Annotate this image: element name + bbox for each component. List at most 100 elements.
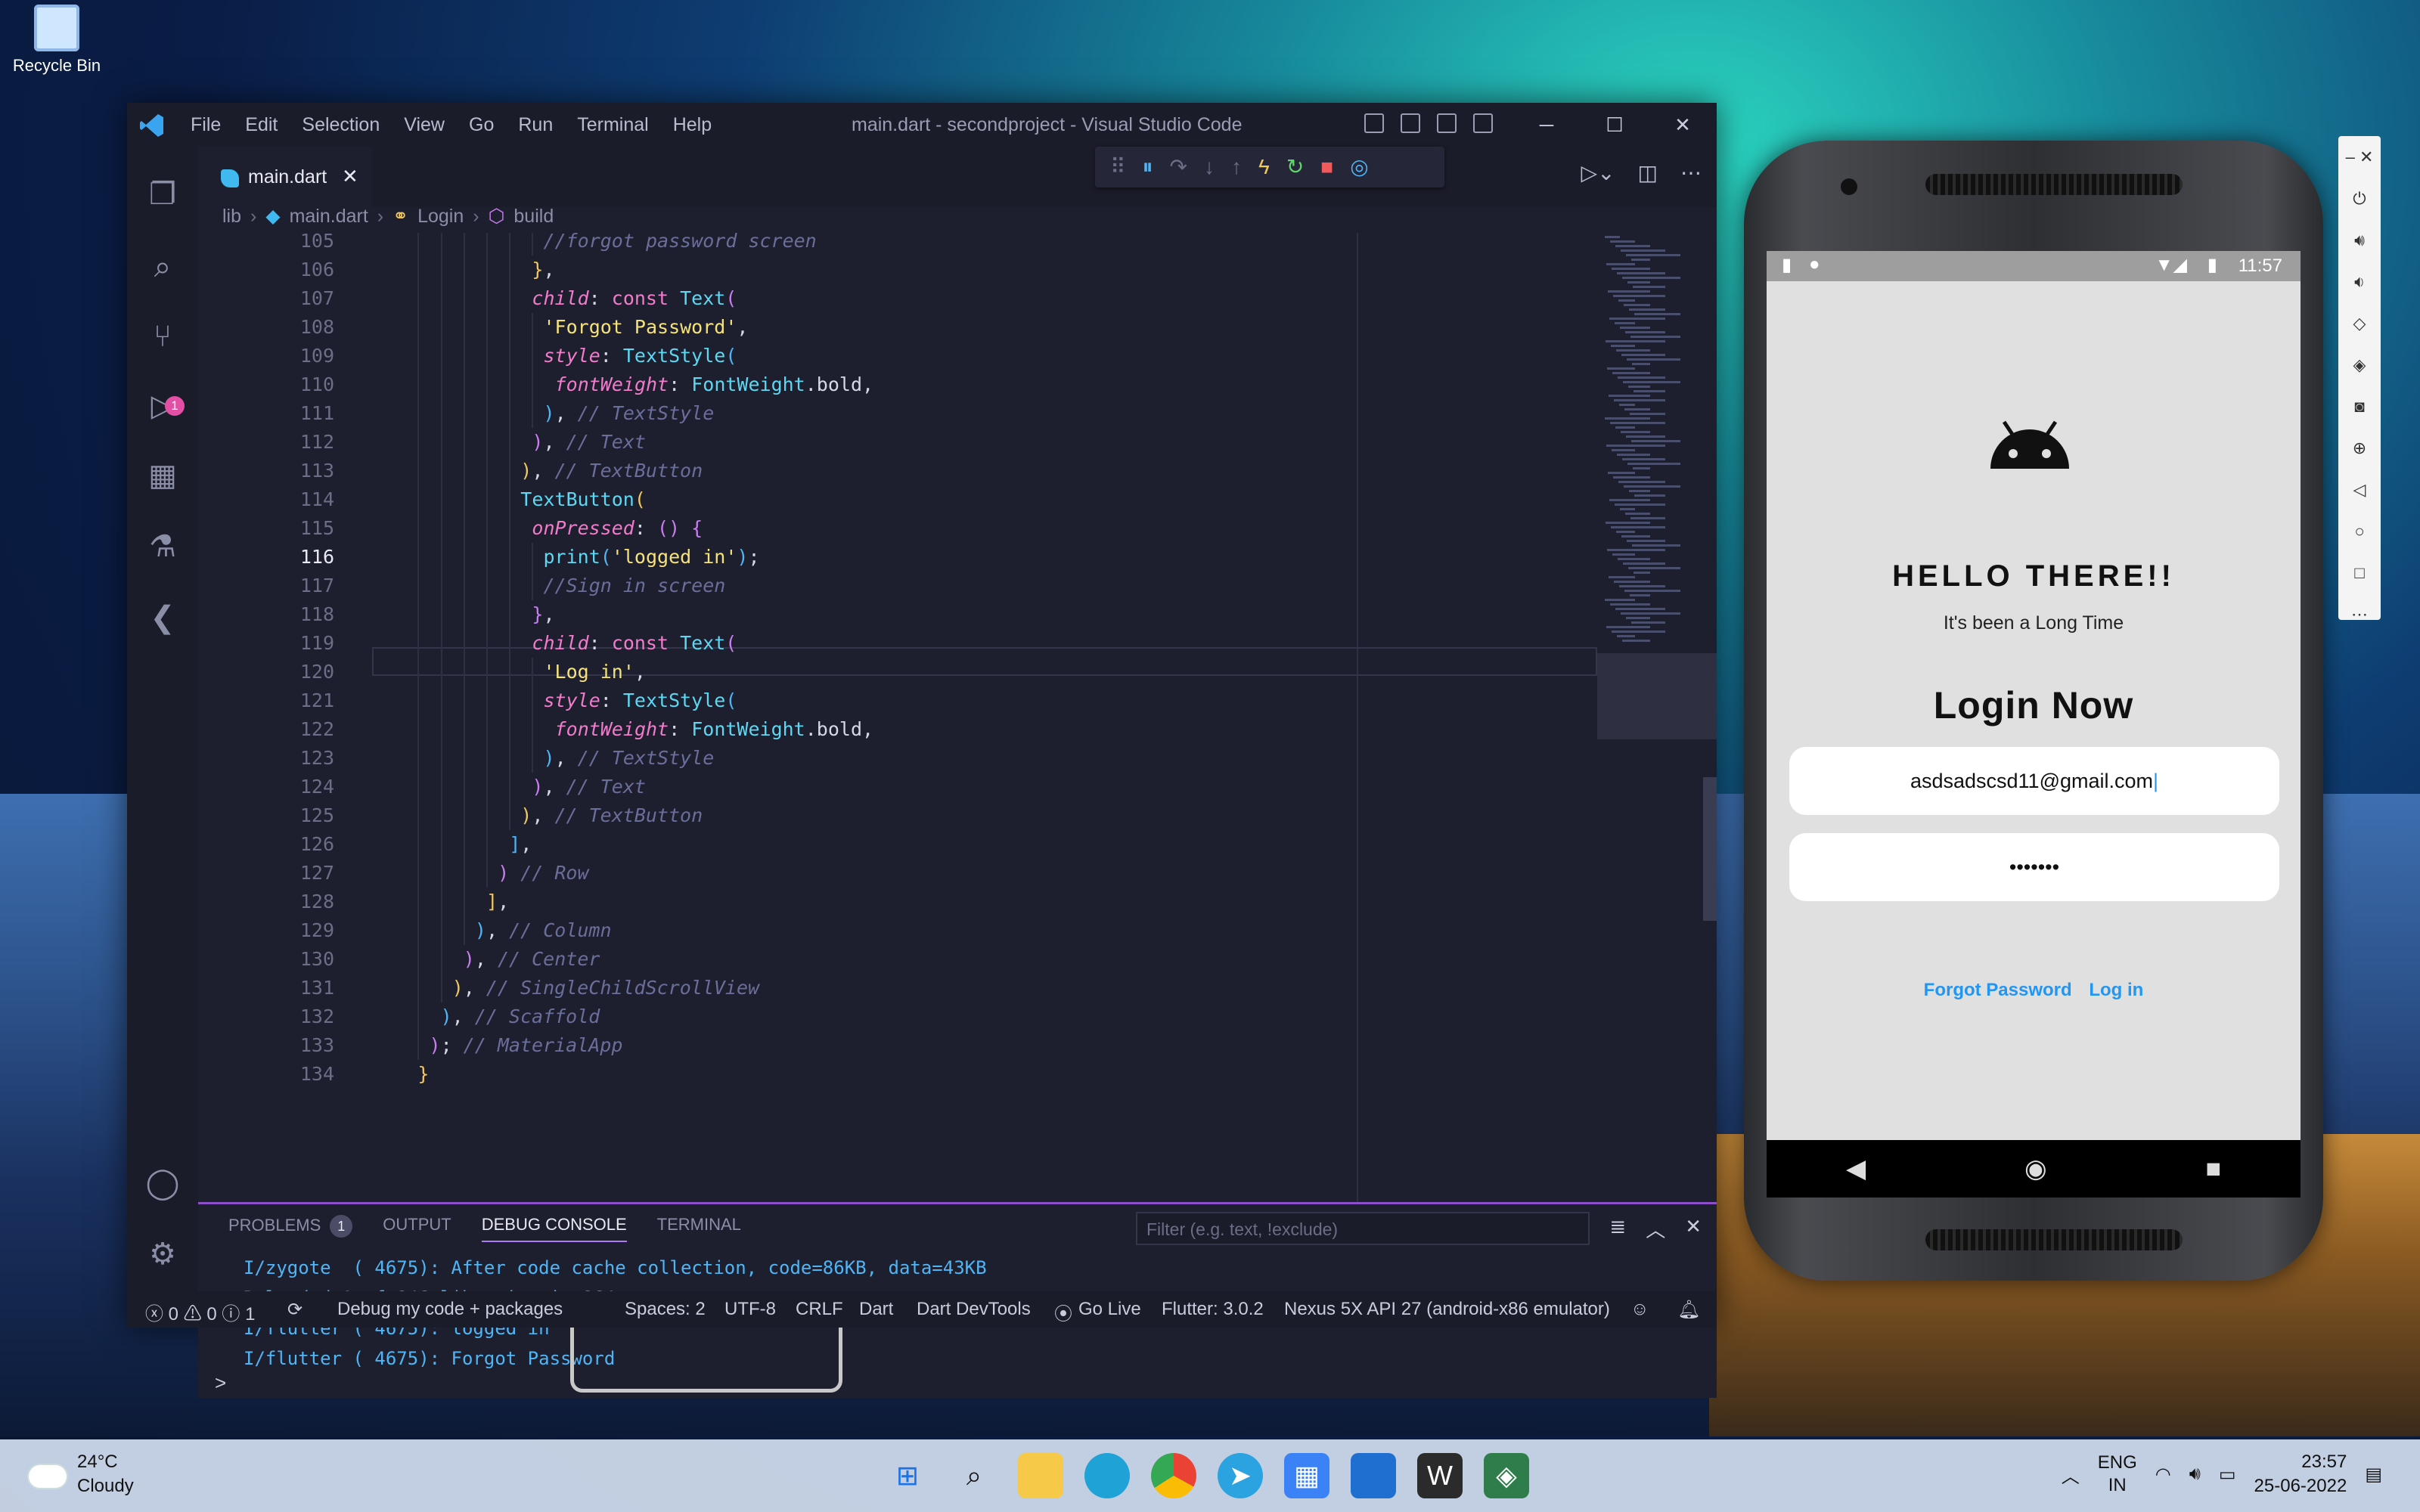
console-prompt[interactable]: > — [215, 1371, 226, 1395]
chrome-icon[interactable] — [1151, 1453, 1196, 1498]
telegram-icon[interactable]: ➤ — [1218, 1453, 1263, 1498]
volume-down-icon[interactable]: 🔉︎ — [2338, 261, 2381, 302]
recents-nav-icon[interactable]: ■ — [2206, 1154, 2222, 1184]
minimap-viewport[interactable] — [1597, 653, 1717, 739]
flutter-icon[interactable]: ❮ — [144, 599, 182, 637]
home-icon[interactable]: ○ — [2338, 510, 2381, 552]
tab-main-dart[interactable]: main.dart ✕ — [198, 147, 372, 209]
pause-icon[interactable]: ⏸ — [1143, 156, 1153, 178]
close-icon[interactable]: ✕ — [1649, 103, 1717, 147]
drag-handle-icon[interactable]: ⠿ — [1110, 156, 1126, 178]
extensions-icon[interactable]: ▦ — [144, 457, 182, 494]
restart-icon[interactable]: ↻ — [1286, 156, 1304, 178]
password-field[interactable]: ••••••• — [1789, 833, 2279, 901]
console-filter-input[interactable]: Filter (e.g. text, !exclude) — [1136, 1212, 1590, 1245]
menu-run[interactable]: Run — [518, 114, 553, 136]
word-icon[interactable]: W — [1417, 1453, 1463, 1498]
recycle-bin-desktop-icon[interactable]: Recycle Bin — [8, 5, 106, 76]
log-in-button[interactable]: Log in — [2089, 980, 2143, 1000]
flutter-version[interactable]: Flutter: 3.0.2 — [1162, 1299, 1264, 1320]
notification-center-icon[interactable]: ▤ — [2365, 1464, 2382, 1486]
overview-icon[interactable]: □ — [2338, 552, 2381, 593]
android-studio-icon[interactable]: ◈ — [1484, 1453, 1529, 1498]
edge-icon[interactable] — [1084, 1453, 1130, 1498]
tab-problems[interactable]: PROBLEMS 1 — [228, 1215, 353, 1242]
step-into-icon[interactable]: ↓ — [1204, 156, 1215, 178]
run-icon[interactable]: ▷⌄ — [1581, 160, 1615, 185]
breadcrumb-item[interactable]: Login — [417, 206, 464, 228]
close-panel-icon[interactable]: ✕ — [1685, 1215, 1702, 1243]
toggle-panel-icon[interactable] — [1401, 113, 1420, 133]
vscode-taskbar-icon[interactable] — [1351, 1453, 1396, 1498]
step-over-icon[interactable]: ↷ — [1170, 156, 1187, 178]
menu-view[interactable]: View — [404, 114, 445, 136]
maximize-panel-icon[interactable]: ︿ — [1646, 1215, 1665, 1243]
device-selector[interactable]: Nexus 5X API 27 (android-x86 emulator) — [1284, 1299, 1610, 1320]
menu-file[interactable]: File — [191, 114, 221, 136]
hot-reload-icon[interactable]: ϟ — [1258, 156, 1270, 178]
screenshot-camera-icon[interactable]: ◙ — [2338, 386, 2381, 427]
breadcrumb-item[interactable]: lib — [222, 206, 241, 228]
maximize-icon[interactable]: ☐ — [1581, 103, 1649, 147]
account-icon[interactable]: ◯ — [144, 1164, 182, 1202]
clear-console-icon[interactable]: ≣ — [1609, 1215, 1626, 1243]
encoding[interactable]: UTF-8 — [724, 1299, 776, 1320]
line-ending[interactable]: CRLF — [796, 1299, 843, 1320]
source-control-icon[interactable]: ⑂ — [144, 318, 182, 355]
toggle-secondary-sidebar-icon[interactable] — [1437, 113, 1457, 133]
tab-output[interactable]: OUTPUT — [383, 1215, 451, 1242]
tab-terminal[interactable]: TERMINAL — [657, 1215, 741, 1242]
wifi-icon[interactable]: ◠ — [2155, 1464, 2171, 1486]
menu-selection[interactable]: Selection — [302, 114, 380, 136]
devtools-icon[interactable]: ◎ — [1350, 156, 1368, 178]
indentation[interactable]: Spaces: 2 — [625, 1299, 706, 1320]
forgot-password-button[interactable]: Forgot Password — [1924, 980, 2072, 1000]
zoom-icon[interactable]: ⊕ — [2338, 427, 2381, 469]
menu-help[interactable]: Help — [673, 114, 712, 136]
volume-up-icon[interactable]: 🔊︎ — [2338, 219, 2381, 261]
minimize-icon[interactable]: ─ — [1512, 103, 1581, 147]
search-icon[interactable]: ⌕ — [144, 248, 182, 286]
language-indicator[interactable]: ENG IN — [2098, 1452, 2137, 1497]
language-mode[interactable]: Dart — [859, 1299, 893, 1320]
power-icon[interactable]: ⏻ — [2338, 178, 2381, 219]
rotate-left-icon[interactable]: ◇ — [2338, 302, 2381, 344]
step-out-icon[interactable]: ↑ — [1231, 156, 1242, 178]
home-nav-icon[interactable]: ◉ — [2024, 1154, 2047, 1184]
window-controls-icon[interactable]: – ✕ — [2338, 136, 2381, 178]
breadcrumb-item[interactable]: main.dart — [290, 206, 368, 228]
microsoft-store-icon[interactable]: ▦ — [1284, 1453, 1329, 1498]
customize-layout-icon[interactable] — [1473, 113, 1493, 133]
clock[interactable]: 23:57 25-06-2022 — [2254, 1450, 2347, 1498]
email-field[interactable]: asdsadscsd11@gmail.com| — [1789, 747, 2279, 815]
stop-icon[interactable]: ■ — [1320, 156, 1333, 178]
file-explorer-icon[interactable] — [1018, 1453, 1063, 1498]
feedback-icon[interactable]: ☺ — [1630, 1299, 1649, 1320]
more-actions-icon[interactable]: ⋯ — [1680, 160, 1702, 185]
debug-config[interactable]: Debug my code + packages — [337, 1299, 563, 1320]
editor-scrollbar[interactable] — [1703, 777, 1717, 921]
close-tab-icon[interactable]: ✕ — [342, 165, 358, 188]
back-nav-icon[interactable]: ◀ — [1846, 1154, 1866, 1184]
menu-terminal[interactable]: Terminal — [577, 114, 648, 136]
breadcrumb-item[interactable]: build — [513, 206, 554, 228]
settings-gear-icon[interactable]: ⚙ — [144, 1235, 182, 1273]
go-live[interactable]: Go Live — [1078, 1299, 1141, 1320]
tab-debug-console[interactable]: DEBUG CONSOLE — [481, 1215, 627, 1242]
rotate-right-icon[interactable]: ◈ — [2338, 344, 2381, 386]
notifications-bell-icon[interactable]: 🔔︎ — [1677, 1299, 1700, 1321]
taskbar-search-icon[interactable]: ⌕ — [951, 1453, 997, 1498]
testing-icon[interactable]: ⚗ — [144, 528, 182, 565]
back-icon[interactable]: ◁ — [2338, 469, 2381, 510]
menu-go[interactable]: Go — [469, 114, 494, 136]
start-windows-icon[interactable]: ⊞ — [885, 1453, 930, 1498]
toggle-sidebar-icon[interactable] — [1364, 113, 1384, 133]
dart-devtools[interactable]: Dart DevTools — [917, 1299, 1031, 1320]
show-hidden-icons-icon[interactable]: ︿ — [2062, 1461, 2080, 1488]
minimap[interactable] — [1597, 233, 1717, 1202]
battery-tray-icon[interactable]: ▭ — [2219, 1464, 2236, 1486]
explorer-icon[interactable]: ❐ — [144, 175, 182, 213]
code-editor[interactable]: 105 //forgot password screen 106}, 107 child… — [198, 233, 1717, 1202]
menu-edit[interactable]: Edit — [245, 114, 278, 136]
speaker-icon[interactable]: 🔊︎ — [2189, 1464, 2201, 1485]
